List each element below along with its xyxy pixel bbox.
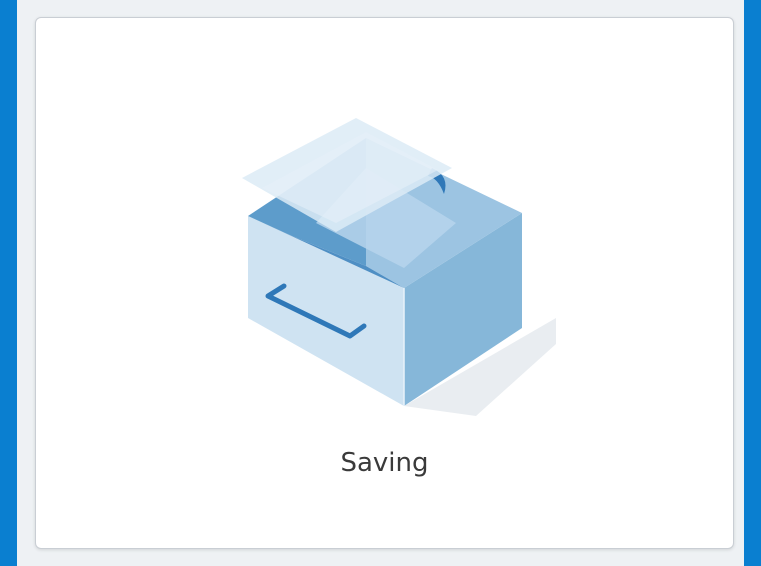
card-label: Saving [340, 448, 429, 478]
saving-card[interactable]: Saving [35, 17, 734, 549]
content-panel: Saving [17, 0, 744, 566]
open-box-icon [242, 118, 556, 416]
